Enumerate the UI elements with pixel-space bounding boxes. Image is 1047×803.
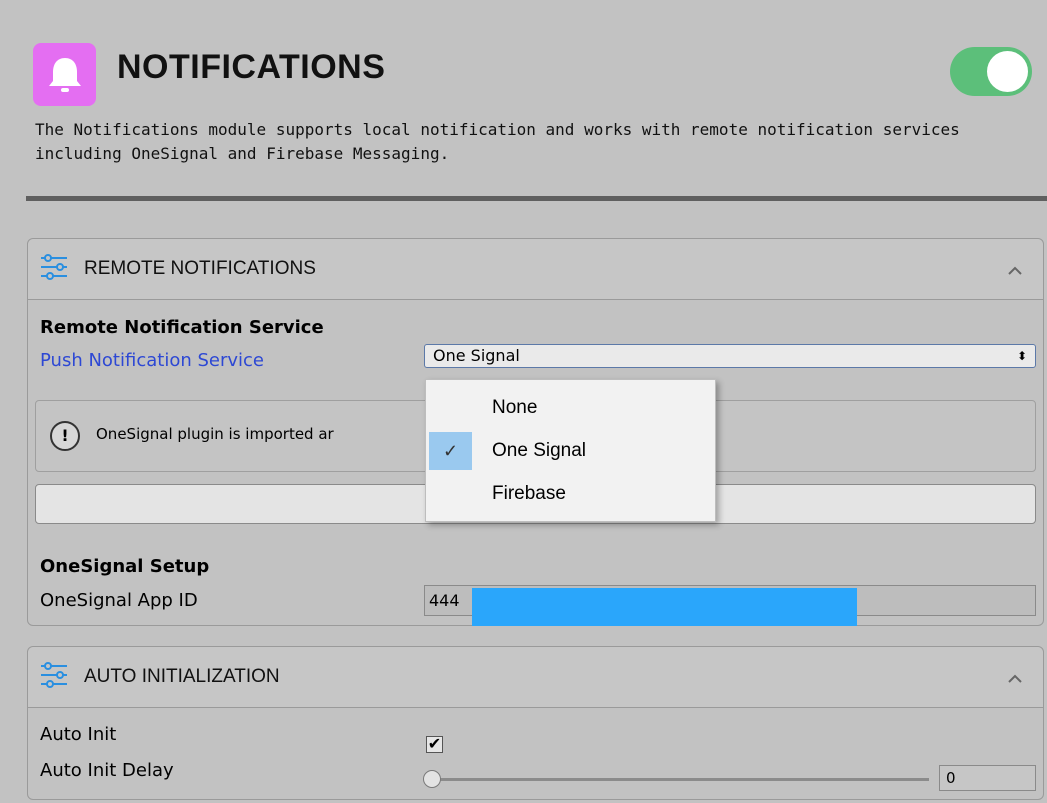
push-service-dropdown: None ✓ One Signal Firebase [425,379,716,522]
auto-init-panel: AUTO INITIALIZATION Auto Init ✔ Auto Ini… [27,646,1044,800]
push-service-label: Push Notification Service [40,350,264,371]
delay-number-field[interactable]: 0 [939,765,1036,791]
toggle-knob [987,51,1028,92]
auto-init-delay-label: Auto Init Delay [40,760,174,781]
setup-heading: OneSignal Setup [40,556,210,577]
header-divider [26,196,1047,201]
section-title: AUTO INITIALIZATION [84,666,280,687]
check-icon: ✓ [429,432,472,470]
dropdown-option-none[interactable]: None [426,388,715,428]
auto-init-checkbox[interactable]: ✔ [426,736,443,753]
app-id-label: OneSignal App ID [40,590,198,611]
service-heading: Remote Notification Service [40,317,324,338]
info-message: OneSignal plugin is imported ar [96,425,334,443]
module-enable-toggle[interactable] [950,47,1032,96]
chevron-up-icon[interactable] [1007,669,1023,688]
section-title: REMOTE NOTIFICATIONS [84,258,316,279]
module-description: The Notifications module supports local … [35,120,960,163]
delay-slider-thumb[interactable] [423,770,441,788]
bell-icon [33,43,96,106]
chevron-up-icon[interactable] [1007,261,1023,280]
sliders-icon [40,661,68,693]
dropdown-option-firebase[interactable]: Firebase [426,474,715,514]
delay-slider-track[interactable] [433,778,929,781]
redaction-box [472,588,857,626]
page-title: NOTIFICATIONS [117,48,386,86]
push-service-select[interactable]: One Signal ⬍ [424,344,1036,368]
info-icon: ! [50,421,80,451]
auto-init-label: Auto Init [40,724,117,745]
select-arrows-icon: ⬍ [1016,349,1027,363]
push-service-value: One Signal [433,346,520,365]
auto-init-header[interactable]: AUTO INITIALIZATION [28,647,1043,708]
sliders-icon [40,253,68,285]
remote-notifications-header[interactable]: REMOTE NOTIFICATIONS [28,239,1043,300]
dropdown-option-one-signal[interactable]: ✓ One Signal [426,431,715,471]
